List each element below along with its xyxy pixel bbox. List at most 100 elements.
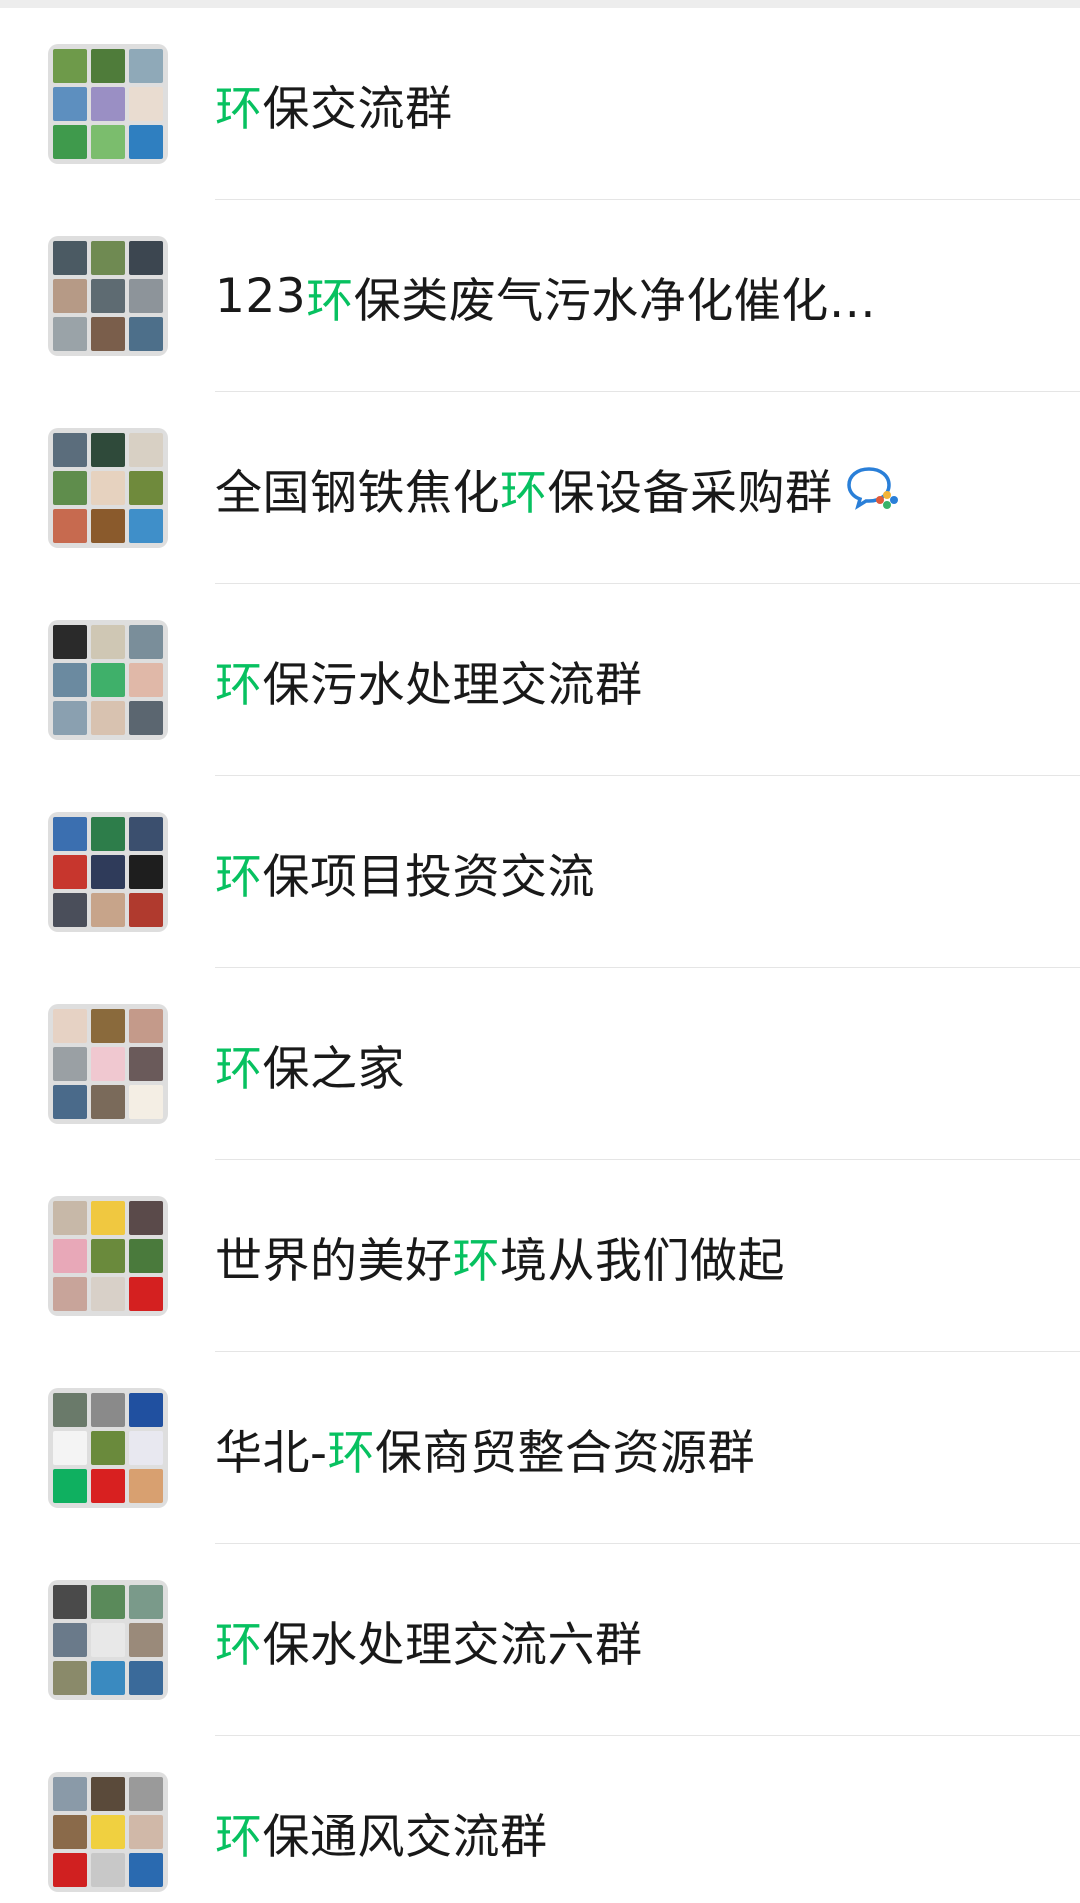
member-avatar-tile <box>91 1469 125 1503</box>
member-avatar-tile <box>91 701 125 735</box>
search-results-list: 环保交流群 123 环保类废气污水净化催化… 全国钢铁焦化环保设备采购群环保污水处理交… <box>0 8 1080 1903</box>
member-avatar-tile <box>129 893 163 927</box>
group-chat-row[interactable]: 全国钢铁焦化环保设备采购群 <box>0 392 1080 584</box>
member-avatar-tile <box>91 279 125 313</box>
member-avatar-tile <box>91 1815 125 1849</box>
member-avatar-tile <box>91 49 125 83</box>
group-chat-row[interactable]: 环保污水处理交流群 <box>0 584 1080 776</box>
member-avatar-tile <box>129 241 163 275</box>
member-avatar-tile <box>129 279 163 313</box>
member-avatar-tile <box>129 1047 163 1081</box>
search-match-highlight: 环 <box>306 273 354 329</box>
search-match-highlight: 环 <box>215 849 263 905</box>
group-name-suffix: 保商贸整合资源群 <box>374 1425 755 1481</box>
group-name: 环保通风交流群 <box>215 1798 1040 1867</box>
member-avatar-tile <box>91 625 125 659</box>
member-avatar-tile <box>129 49 163 83</box>
member-avatar-tile <box>53 1085 87 1119</box>
member-avatar-tile <box>53 279 87 313</box>
member-avatar-tile <box>53 1623 87 1657</box>
member-avatar-tile <box>129 1431 163 1465</box>
member-avatar-tile <box>129 433 163 467</box>
member-avatar-tile <box>53 701 87 735</box>
group-avatar <box>48 1772 168 1892</box>
member-avatar-tile <box>129 87 163 121</box>
member-avatar-tile <box>91 433 125 467</box>
member-avatar-tile <box>91 663 125 697</box>
member-avatar-tile <box>91 1393 125 1427</box>
member-avatar-tile <box>129 817 163 851</box>
group-name: 世界的美好环境从我们做起 <box>215 1222 1040 1291</box>
search-match-highlight: 环 <box>215 657 263 713</box>
member-avatar-tile <box>53 1201 87 1235</box>
member-avatar-tile <box>129 1623 163 1657</box>
member-avatar-tile <box>53 241 87 275</box>
member-avatar-tile <box>129 1393 163 1427</box>
member-avatar-tile <box>53 1393 87 1427</box>
member-avatar-tile <box>53 471 87 505</box>
wecom-chat-icon <box>846 467 898 510</box>
member-avatar-tile <box>53 1661 87 1695</box>
group-chat-row[interactable]: 环保通风交流群 <box>0 1736 1080 1903</box>
member-avatar-tile <box>53 817 87 851</box>
group-name: 环保水处理交流六群 <box>215 1606 1040 1675</box>
search-match-highlight: 环 <box>215 81 263 137</box>
group-avatar <box>48 236 168 356</box>
member-avatar-tile <box>129 1469 163 1503</box>
member-avatar-tile <box>91 1431 125 1465</box>
member-avatar-tile <box>129 317 163 351</box>
member-avatar-tile <box>129 471 163 505</box>
group-chat-row[interactable]: 环保交流群 <box>0 8 1080 200</box>
member-avatar-tile <box>53 509 87 543</box>
member-avatar-tile <box>91 1009 125 1043</box>
group-avatar <box>48 1580 168 1700</box>
member-avatar-tile <box>53 625 87 659</box>
group-avatar <box>48 1388 168 1508</box>
member-avatar-tile <box>129 1585 163 1619</box>
member-avatar-tile <box>53 1815 87 1849</box>
search-match-highlight: 环 <box>215 1617 263 1673</box>
member-avatar-tile <box>53 1239 87 1273</box>
member-avatar-tile <box>53 1469 87 1503</box>
search-match-highlight: 环 <box>500 465 548 521</box>
member-avatar-tile <box>91 1277 125 1311</box>
group-chat-row[interactable]: 环保水处理交流六群 <box>0 1544 1080 1736</box>
search-match-highlight: 环 <box>215 1041 263 1097</box>
member-avatar-tile <box>53 663 87 697</box>
member-avatar-tile <box>129 509 163 543</box>
group-name-suffix: 保设备采购群 <box>547 465 833 521</box>
member-avatar-tile <box>91 1201 125 1235</box>
group-chat-row[interactable]: 华北- 环保商贸整合资源群 <box>0 1352 1080 1544</box>
member-avatar-tile <box>53 125 87 159</box>
search-match-highlight: 环 <box>215 1809 263 1865</box>
group-name: 123 环保类废气污水净化催化… <box>215 262 1040 331</box>
group-name-suffix: 保之家 <box>262 1041 405 1097</box>
member-avatar-tile <box>53 1853 87 1887</box>
member-avatar-tile <box>91 87 125 121</box>
member-avatar-tile <box>129 1853 163 1887</box>
group-chat-row[interactable]: 环保之家 <box>0 968 1080 1160</box>
group-avatar <box>48 812 168 932</box>
member-avatar-tile <box>91 893 125 927</box>
group-name: 华北- 环保商贸整合资源群 <box>215 1414 1040 1483</box>
group-name-suffix: 保通风交流群 <box>262 1809 548 1865</box>
member-avatar-tile <box>91 1585 125 1619</box>
member-avatar-tile <box>129 1009 163 1043</box>
group-avatar <box>48 620 168 740</box>
group-chat-row[interactable]: 123 环保类废气污水净化催化… <box>0 200 1080 392</box>
member-avatar-tile <box>129 1239 163 1273</box>
group-chat-row[interactable]: 世界的美好环境从我们做起 <box>0 1160 1080 1352</box>
group-name-suffix: 保污水处理交流群 <box>262 657 643 713</box>
member-avatar-tile <box>53 317 87 351</box>
group-name: 环保项目投资交流 <box>215 838 1040 907</box>
member-avatar-tile <box>129 1085 163 1119</box>
search-match-highlight: 环 <box>452 1233 500 1289</box>
member-avatar-tile <box>91 1853 125 1887</box>
group-name-suffix: 保项目投资交流 <box>262 849 595 905</box>
member-avatar-tile <box>53 433 87 467</box>
group-avatar <box>48 1004 168 1124</box>
top-strip <box>0 0 1080 8</box>
member-avatar-tile <box>129 1777 163 1811</box>
group-name: 环保交流群 <box>215 70 1040 139</box>
group-chat-row[interactable]: 环保项目投资交流 <box>0 776 1080 968</box>
